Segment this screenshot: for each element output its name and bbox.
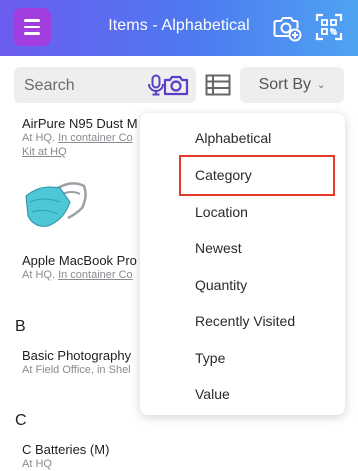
sort-option-value[interactable]: Value	[195, 386, 230, 402]
sort-by-button[interactable]: Sort By ⌄	[240, 67, 344, 103]
list-item-location: At HQ. In container Co	[22, 269, 133, 281]
sort-option-type[interactable]: Type	[195, 350, 225, 366]
list-item-name[interactable]: C Batteries (M)	[22, 442, 109, 457]
container-link[interactable]: Kit at HQ	[22, 146, 67, 158]
sort-option-newest[interactable]: Newest	[195, 240, 242, 256]
list-item-name[interactable]: Basic Photography	[22, 348, 131, 363]
search-bar[interactable]: Search	[14, 67, 196, 103]
sort-menu: Alphabetical Category Location Newest Qu…	[140, 113, 345, 415]
container-link[interactable]: In container Co	[58, 132, 133, 144]
list-item-location: At Field Office, in Shel	[22, 364, 131, 376]
sort-option-recently-visited[interactable]: Recently Visited	[195, 313, 295, 329]
list-item-location: At HQ	[22, 458, 52, 470]
chevron-down-icon: ⌄	[317, 79, 326, 91]
page-title: Items - Alphabetical	[108, 17, 250, 34]
sort-option-location[interactable]: Location	[195, 204, 248, 220]
sort-option-alphabetical[interactable]: Alphabetical	[195, 130, 271, 146]
camera-icon[interactable]	[162, 73, 190, 97]
item-thumbnail[interactable]	[22, 172, 88, 232]
section-letter: B	[15, 318, 26, 335]
list-item-name[interactable]: AirPure N95 Dust M	[22, 116, 138, 131]
list-item-name[interactable]: Apple MacBook Pro	[22, 253, 137, 268]
app-header: Items - Alphabetical	[0, 0, 358, 56]
container-link[interactable]: In container Co	[58, 269, 133, 281]
list-item-location-cont: Kit at HQ	[22, 146, 67, 158]
camera-plus-icon[interactable]	[272, 12, 302, 42]
list-view-icon[interactable]	[205, 74, 231, 96]
qr-scan-icon[interactable]	[314, 12, 344, 42]
sort-option-category[interactable]: Category	[195, 167, 252, 183]
search-input[interactable]: Search	[24, 77, 75, 95]
list-item-location: At HQ. In container Co	[22, 132, 133, 144]
sort-by-label: Sort By	[258, 76, 312, 93]
section-letter: C	[15, 412, 27, 429]
sort-option-quantity[interactable]: Quantity	[195, 277, 247, 293]
